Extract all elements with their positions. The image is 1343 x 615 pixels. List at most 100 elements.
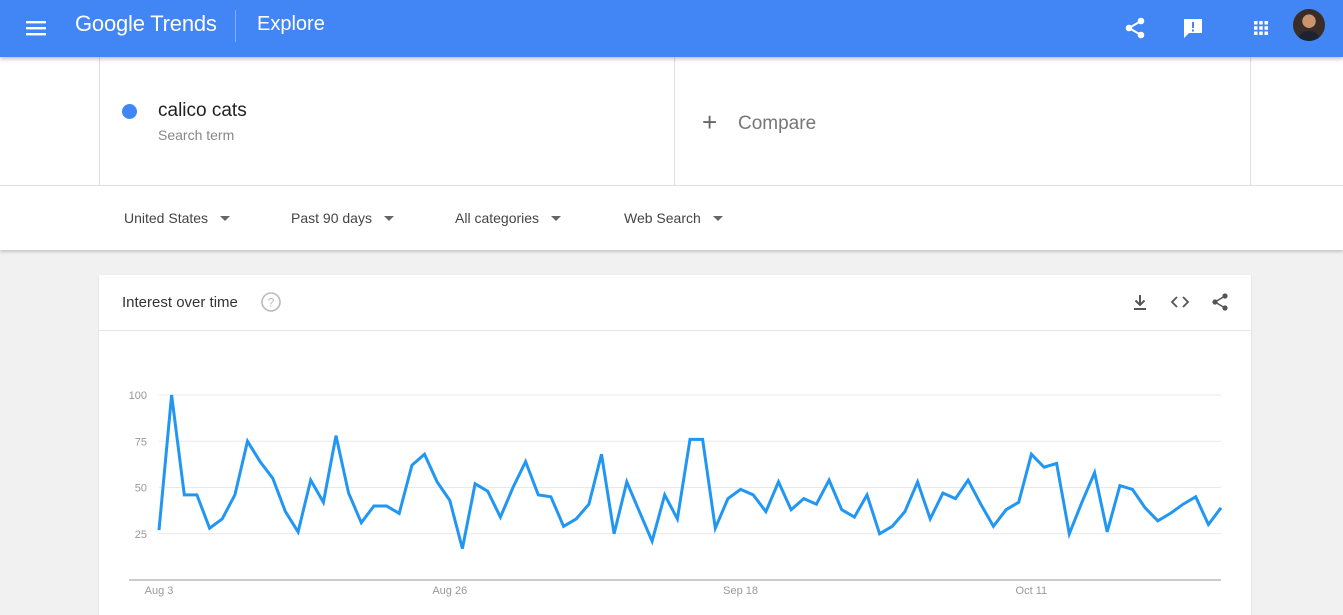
data-point[interactable] bbox=[636, 509, 642, 515]
data-point[interactable] bbox=[384, 503, 390, 509]
data-point[interactable] bbox=[674, 516, 680, 522]
data-point[interactable] bbox=[169, 392, 175, 398]
data-point[interactable] bbox=[1193, 494, 1199, 500]
data-point[interactable] bbox=[434, 479, 440, 485]
data-point[interactable] bbox=[548, 494, 554, 500]
data-point[interactable] bbox=[990, 523, 996, 529]
data-point[interactable] bbox=[358, 520, 364, 526]
data-point[interactable] bbox=[1092, 470, 1098, 476]
data-point[interactable] bbox=[1218, 505, 1224, 511]
data-point[interactable] bbox=[788, 507, 794, 513]
data-point[interactable] bbox=[510, 485, 516, 491]
data-point[interactable] bbox=[662, 492, 668, 498]
data-point[interactable] bbox=[282, 509, 288, 515]
data-point[interactable] bbox=[953, 496, 959, 502]
google-trends-logo[interactable]: Google Trends bbox=[75, 11, 217, 37]
data-point[interactable] bbox=[523, 459, 529, 465]
data-point[interactable] bbox=[877, 531, 883, 537]
data-point[interactable] bbox=[1003, 507, 1009, 513]
data-point[interactable] bbox=[712, 525, 718, 531]
data-point[interactable] bbox=[1130, 486, 1136, 492]
data-point[interactable] bbox=[371, 503, 377, 509]
data-point[interactable] bbox=[750, 492, 756, 498]
data-point[interactable] bbox=[915, 479, 921, 485]
data-point[interactable] bbox=[611, 531, 617, 537]
apps-icon[interactable] bbox=[1247, 14, 1275, 42]
data-point[interactable] bbox=[156, 527, 162, 533]
data-point[interactable] bbox=[776, 479, 782, 485]
data-point[interactable] bbox=[1167, 510, 1173, 516]
data-point[interactable] bbox=[1054, 460, 1060, 466]
interest-line-chart[interactable]: 25 50 75 100 Aug 3 Aug 26 Sep 18 Oct 11 bbox=[99, 332, 1251, 615]
series-line-calico-cats[interactable] bbox=[157, 394, 1223, 549]
data-point[interactable] bbox=[181, 492, 187, 498]
feedback-icon[interactable] bbox=[1179, 14, 1207, 42]
data-point[interactable] bbox=[1117, 483, 1123, 489]
search-type-dropdown[interactable]: Web Search bbox=[624, 210, 723, 226]
avatar[interactable] bbox=[1293, 9, 1325, 41]
data-point[interactable] bbox=[1016, 499, 1022, 505]
data-point[interactable] bbox=[927, 516, 933, 522]
data-point[interactable] bbox=[864, 492, 870, 498]
data-point[interactable] bbox=[725, 496, 731, 502]
data-point[interactable] bbox=[485, 488, 491, 494]
data-point[interactable] bbox=[1205, 522, 1211, 528]
data-point[interactable] bbox=[1066, 531, 1072, 537]
data-point[interactable] bbox=[333, 433, 339, 439]
data-point[interactable] bbox=[232, 492, 238, 498]
data-point[interactable] bbox=[573, 516, 579, 522]
menu-icon[interactable] bbox=[22, 14, 50, 42]
data-point[interactable] bbox=[1028, 451, 1034, 457]
data-point[interactable] bbox=[396, 510, 402, 516]
data-point[interactable] bbox=[1155, 518, 1161, 524]
data-point[interactable] bbox=[422, 451, 428, 457]
data-point[interactable] bbox=[813, 501, 819, 507]
search-term-card[interactable]: calico cats Search term bbox=[99, 57, 675, 185]
data-point[interactable] bbox=[1180, 501, 1186, 507]
data-point[interactable] bbox=[561, 523, 567, 529]
data-point[interactable] bbox=[649, 538, 655, 544]
region-dropdown[interactable]: United States bbox=[124, 210, 231, 226]
data-point[interactable] bbox=[1142, 505, 1148, 511]
data-point[interactable] bbox=[889, 523, 895, 529]
compare-button[interactable]: + Compare bbox=[675, 57, 1251, 185]
data-point[interactable] bbox=[459, 546, 465, 552]
data-point[interactable] bbox=[940, 490, 946, 496]
help-icon[interactable]: ? bbox=[260, 291, 282, 313]
data-point[interactable] bbox=[687, 436, 693, 442]
data-point[interactable] bbox=[1079, 499, 1085, 505]
data-point[interactable] bbox=[839, 507, 845, 513]
data-point[interactable] bbox=[219, 516, 225, 522]
data-point[interactable] bbox=[308, 477, 314, 483]
data-point[interactable] bbox=[586, 501, 592, 507]
data-point[interactable] bbox=[409, 462, 415, 468]
data-point[interactable] bbox=[535, 492, 541, 498]
time-range-dropdown[interactable]: Past 90 days bbox=[291, 210, 394, 226]
data-point[interactable] bbox=[599, 451, 605, 457]
data-point[interactable] bbox=[1104, 529, 1110, 535]
data-point[interactable] bbox=[346, 490, 352, 496]
data-point[interactable] bbox=[1041, 464, 1047, 470]
data-point[interactable] bbox=[700, 436, 706, 442]
download-icon[interactable] bbox=[1129, 291, 1151, 313]
data-point[interactable] bbox=[207, 525, 213, 531]
data-point[interactable] bbox=[194, 492, 200, 498]
data-point[interactable] bbox=[320, 499, 326, 505]
data-point[interactable] bbox=[738, 486, 744, 492]
data-point[interactable] bbox=[801, 496, 807, 502]
data-point[interactable] bbox=[763, 509, 769, 515]
data-point[interactable] bbox=[295, 529, 301, 535]
data-point[interactable] bbox=[245, 438, 251, 444]
data-point[interactable] bbox=[978, 501, 984, 507]
share-icon[interactable] bbox=[1121, 14, 1149, 42]
data-point[interactable] bbox=[257, 459, 263, 465]
data-point[interactable] bbox=[826, 477, 832, 483]
search-term-text[interactable]: calico cats bbox=[158, 100, 247, 122]
category-dropdown[interactable]: All categories bbox=[455, 210, 562, 226]
data-point[interactable] bbox=[965, 477, 971, 483]
data-point[interactable] bbox=[902, 509, 908, 515]
data-point[interactable] bbox=[270, 475, 276, 481]
data-point[interactable] bbox=[497, 514, 503, 520]
share-icon[interactable] bbox=[1209, 291, 1231, 313]
data-point[interactable] bbox=[447, 497, 453, 503]
